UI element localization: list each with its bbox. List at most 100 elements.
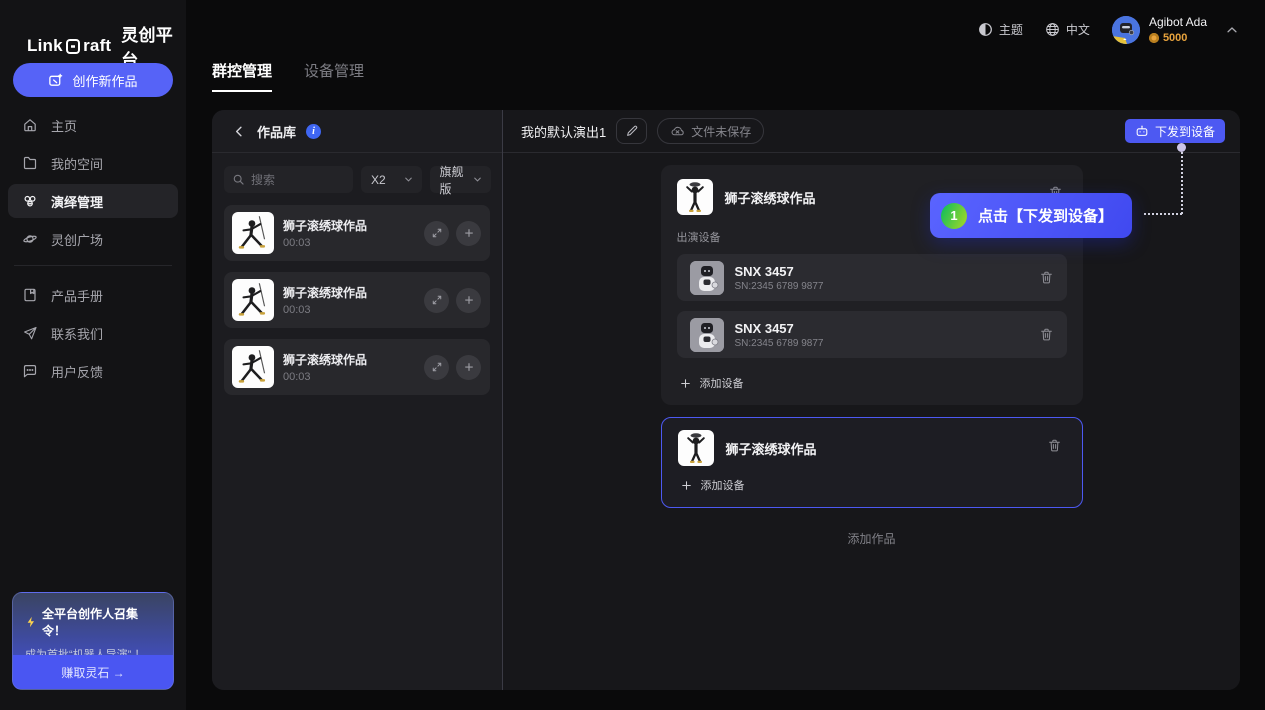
earn-gems-button[interactable]: 赚取灵石 → — [13, 655, 173, 689]
rename-show-button[interactable] — [616, 118, 647, 144]
user-menu[interactable]: Agibot Ada 5000 — [1112, 15, 1207, 44]
create-icon — [48, 73, 63, 88]
device-row[interactable]: SNX 3457 SN:2345 6789 9877 — [677, 254, 1067, 301]
globe-icon — [1045, 22, 1060, 37]
main-tabs: 群控管理 设备管理 — [212, 60, 364, 92]
sidebar-item-label: 产品手册 — [51, 286, 103, 305]
home-icon — [22, 117, 38, 133]
sidebar-item-label: 演绎管理 — [51, 192, 103, 211]
onboarding-tooltip: 1 点击【下发到设备】 — [930, 193, 1132, 238]
work-thumbnail — [232, 279, 274, 321]
work-duration: 00:03 — [283, 304, 367, 316]
add-work-button[interactable]: 添加作品 — [847, 530, 895, 547]
show-title: 我的默认演出1 — [521, 122, 606, 141]
sidebar-item-home[interactable]: 主页 — [8, 108, 178, 142]
user-name: Agibot Ada — [1149, 15, 1207, 29]
sidebar-item-label: 灵创广场 — [51, 230, 103, 249]
deploy-to-device-button[interactable]: 下发到设备 — [1125, 119, 1225, 143]
coin-count: 5000 — [1163, 32, 1187, 44]
device-name: SNX 3457 — [735, 321, 824, 336]
sidebar-item-label: 联系我们 — [51, 324, 103, 343]
search-icon — [232, 173, 245, 186]
work-meta: 狮子滚绣球作品 00:03 — [283, 284, 367, 316]
folder-icon — [22, 155, 38, 171]
device-avatar — [690, 261, 724, 295]
save-status-pill[interactable]: 文件未保存 — [657, 118, 764, 144]
add-work-to-show-button[interactable] — [456, 288, 481, 313]
work-thumbnail — [232, 212, 274, 254]
deploy-button-label: 下发到设备 — [1155, 123, 1215, 140]
search-input[interactable] — [251, 173, 345, 187]
plus-icon — [680, 378, 691, 389]
add-device-label: 添加设备 — [701, 477, 745, 493]
editor-header: 我的默认演出1 文件未保存 下发到设备 — [503, 110, 1240, 153]
work-title: 狮子滚绣球作品 — [283, 351, 367, 368]
expand-work-button[interactable] — [424, 288, 449, 313]
manual-book-icon — [22, 287, 38, 303]
chevron-down-icon — [403, 174, 414, 185]
app-window: Link raft 灵创平台 创作新作品 主页 我的空间 — [0, 0, 1265, 710]
library-title: 作品库 — [257, 122, 296, 141]
add-work-to-show-button[interactable] — [456, 355, 481, 380]
sidebar-item-product-manual[interactable]: 产品手册 — [8, 278, 178, 312]
work-actions — [424, 288, 481, 313]
expand-work-button[interactable] — [424, 355, 449, 380]
brand-prefix: Link — [27, 36, 63, 56]
create-new-work-button[interactable]: 创作新作品 — [13, 63, 173, 97]
language-switcher[interactable]: 中文 — [1045, 21, 1090, 38]
step-badge: 1 — [941, 203, 967, 229]
work-library-panel: 作品库 i X2 旗舰版 — [212, 110, 503, 690]
add-work-to-show-button[interactable] — [456, 221, 481, 246]
model-filter-value: 旗舰版 — [440, 163, 472, 197]
tooltip-text: 点击【下发到设备】 — [978, 205, 1113, 226]
search-box[interactable] — [224, 166, 353, 193]
robot-face-icon — [66, 39, 80, 54]
chevron-down-icon — [472, 174, 483, 185]
device-meta: SNX 3457 SN:2345 6789 9877 — [735, 264, 824, 292]
remove-device-button[interactable] — [1039, 270, 1054, 285]
expand-work-button[interactable] — [424, 221, 449, 246]
show-work-card-selected[interactable]: 狮子滚绣球作品 添加设备 — [661, 417, 1083, 508]
library-list-item[interactable]: 狮子滚绣球作品 00:03 — [224, 272, 490, 328]
sidebar-divider — [14, 265, 172, 266]
work-thumbnail — [677, 179, 713, 215]
promo-title: 全平台创作人召集令！ — [42, 605, 161, 639]
chevron-up-icon[interactable] — [1225, 23, 1239, 37]
speed-filter-select[interactable]: X2 — [361, 166, 422, 193]
sidebar-item-creator-plaza[interactable]: 灵创广场 — [8, 222, 178, 256]
delete-work-button[interactable] — [1047, 438, 1062, 453]
model-filter-select[interactable]: 旗舰版 — [430, 166, 491, 193]
library-list-item[interactable]: 狮子滚绣球作品 00:03 — [224, 339, 490, 395]
sidebar-item-performance-management[interactable]: 演绎管理 — [8, 184, 178, 218]
work-actions — [424, 355, 481, 380]
promo-title-row: 全平台创作人召集令！ — [13, 593, 173, 639]
back-arrow-icon[interactable] — [232, 124, 247, 139]
work-title: 狮子滚绣球作品 — [283, 217, 367, 234]
sidebar-item-contact-us[interactable]: 联系我们 — [8, 316, 178, 350]
add-device-button[interactable]: 添加设备 — [677, 368, 747, 393]
card-work-title: 狮子滚绣球作品 — [726, 439, 817, 458]
sidebar-item-my-space[interactable]: 我的空间 — [8, 146, 178, 180]
language-label: 中文 — [1066, 21, 1090, 38]
planet-icon — [22, 231, 38, 247]
speed-filter-value: X2 — [371, 173, 386, 187]
device-avatar — [690, 318, 724, 352]
save-status-label: 文件未保存 — [691, 123, 751, 140]
connector-horizontal-line — [1144, 213, 1182, 215]
sidebar-item-label: 主页 — [51, 116, 77, 135]
sidebar-item-label: 我的空间 — [51, 154, 103, 173]
tab-group-control[interactable]: 群控管理 — [212, 60, 272, 92]
device-row[interactable]: SNX 3457 SN:2345 6789 9877 — [677, 311, 1067, 358]
user-avatar — [1112, 16, 1140, 44]
topbar: 主题 中文 Agibot Ada 5000 — [978, 15, 1239, 44]
library-list: 狮子滚绣球作品 00:03 狮子滚绣球作品 00:03 — [212, 205, 502, 395]
sidebar-item-user-feedback[interactable]: 用户反馈 — [8, 354, 178, 388]
tab-device-management[interactable]: 设备管理 — [304, 60, 364, 92]
theme-toggle[interactable]: 主题 — [978, 21, 1023, 38]
card-header: 狮子滚绣球作品 — [678, 430, 1066, 466]
info-icon[interactable]: i — [306, 124, 321, 139]
remove-device-button[interactable] — [1039, 327, 1054, 342]
library-list-item[interactable]: 狮子滚绣球作品 00:03 — [224, 205, 490, 261]
coin-icon — [1149, 33, 1159, 43]
add-device-button[interactable]: 添加设备 — [678, 470, 748, 495]
